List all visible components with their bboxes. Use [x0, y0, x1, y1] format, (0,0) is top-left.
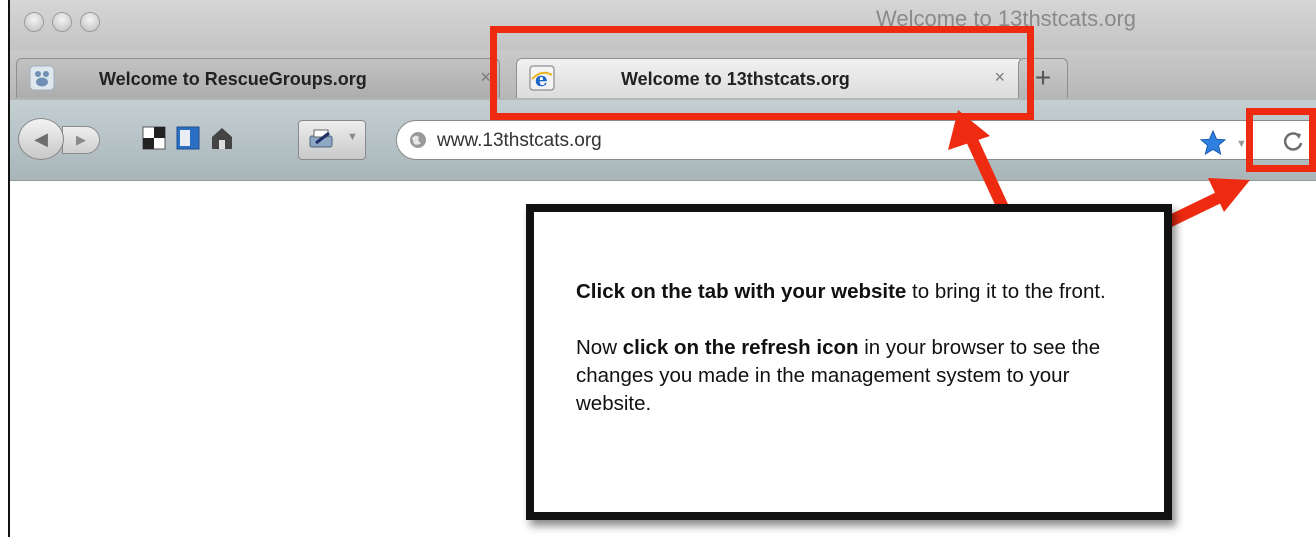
- instruction-bold-1: Click on the tab with your website: [576, 280, 907, 303]
- close-window-button[interactable]: [24, 12, 44, 32]
- address-bar[interactable]: www.13thstcats.org: [396, 120, 1316, 160]
- instruction-callout: Click on the tab with your website to br…: [526, 204, 1172, 520]
- refresh-highlight-box: [1246, 108, 1316, 172]
- globe-icon: [410, 132, 426, 148]
- zoom-window-button[interactable]: [80, 12, 100, 32]
- instruction-text-2a: Now: [576, 336, 623, 359]
- url-text: www.13thstcats.org: [437, 130, 602, 151]
- star-icon[interactable]: [1200, 130, 1226, 156]
- tab-rescuegroups[interactable]: Welcome to RescueGroups.org ×: [16, 58, 500, 98]
- history-buttons: ▶ ◀: [18, 118, 128, 160]
- instruction-bold-2: click on the refresh icon: [622, 336, 859, 359]
- panel-icon-1[interactable]: [142, 126, 166, 150]
- forward-button[interactable]: ▶: [62, 126, 100, 154]
- panel-icon-2[interactable]: [176, 126, 200, 150]
- tab-highlight-box: [490, 26, 1034, 120]
- callout-text: Click on the tab with your website to br…: [576, 278, 1136, 446]
- instruction-paragraph-2: Now click on the refresh icon in your br…: [576, 334, 1136, 418]
- instruction-paragraph-1: Click on the tab with your website to br…: [576, 278, 1136, 306]
- tab-label: Welcome to RescueGroups.org: [99, 69, 367, 89]
- chevron-down-icon: ▼: [347, 131, 358, 143]
- house-icon[interactable]: [210, 126, 234, 150]
- print-icon: [309, 129, 333, 148]
- minimize-window-button[interactable]: [52, 12, 72, 32]
- arrow-to-refresh: [1157, 178, 1250, 232]
- instruction-text-1: to bring it to the front.: [906, 280, 1106, 303]
- back-button[interactable]: ◀: [18, 118, 64, 160]
- paw-favicon-icon: [29, 65, 55, 91]
- print-button[interactable]: ▼: [298, 120, 366, 160]
- screenshot-frame: Welcome to 13thstcats.org Welcome to Res…: [0, 0, 1316, 537]
